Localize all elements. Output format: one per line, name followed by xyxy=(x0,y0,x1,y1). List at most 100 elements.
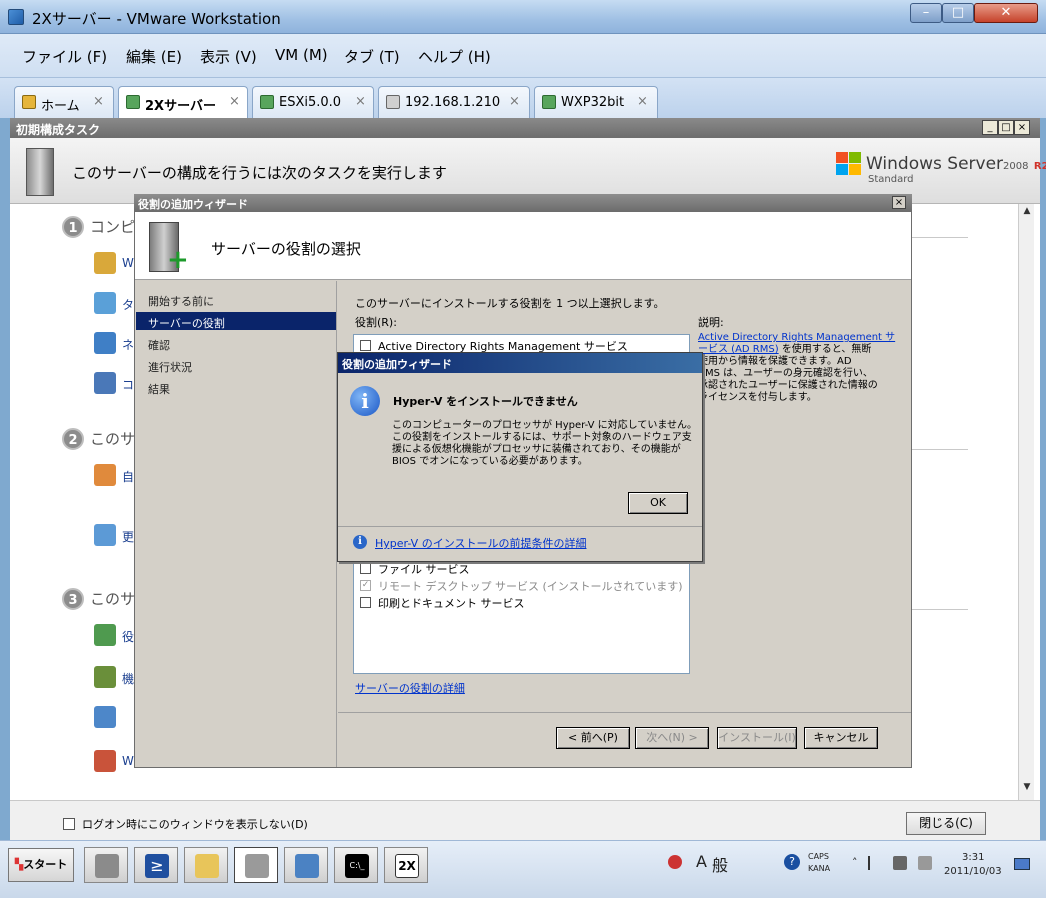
windows-flag-icon: ▚ xyxy=(14,858,24,871)
tab-192-168-1-210[interactable]: 192.168.1.210 × xyxy=(378,86,530,118)
menu-tab[interactable]: タブ (T) xyxy=(344,46,400,67)
wizard-heading: サーバーの役割の選択 xyxy=(211,240,361,258)
control-panel-icon xyxy=(295,854,319,878)
dont-show-checkbox[interactable] xyxy=(63,818,75,830)
vm-icon xyxy=(542,95,556,109)
taskbar-control-panel[interactable] xyxy=(284,847,328,883)
volume-muted-icon[interactable] xyxy=(918,856,932,870)
taskbar-explorer[interactable] xyxy=(184,847,228,883)
task-link[interactable]: コ xyxy=(122,376,134,393)
nav-server-roles[interactable]: サーバーの役割 xyxy=(148,315,225,331)
show-hidden-icons[interactable]: ˄ xyxy=(852,856,858,869)
taskbar-cmd[interactable]: C:\_ xyxy=(334,847,378,883)
task-link[interactable]: ネ xyxy=(122,336,134,353)
ict-header-text: このサーバーの構成を行うには次のタスクを実行します xyxy=(72,164,447,182)
clock-date[interactable]: 2011/10/03 xyxy=(944,866,1002,877)
tab-wxp32bit[interactable]: WXP32bit × xyxy=(534,86,658,118)
wizard-instruction: このサーバーにインストールする役割を 1 つ以上選択します。 xyxy=(355,297,665,310)
tab-2x-server[interactable]: 2Xサーバー × xyxy=(118,86,248,119)
tab-close-icon[interactable]: × xyxy=(509,94,520,109)
role-checkbox[interactable] xyxy=(360,597,371,608)
ime-mode[interactable]: A xyxy=(696,852,707,871)
tab-close-icon[interactable]: × xyxy=(355,94,366,109)
scroll-up-icon[interactable]: ▲ xyxy=(1021,206,1033,220)
wizard-close-icon[interactable]: × xyxy=(892,196,906,209)
task-link[interactable]: 自 xyxy=(122,468,134,485)
ict-titlebar: 初期構成タスク _ □ × xyxy=(10,118,1040,138)
caps-indicator: CAPS xyxy=(808,852,829,861)
windows-server-logo: Windows Server2008 R2 Standard xyxy=(836,150,1046,190)
menu-file[interactable]: ファイル (F) xyxy=(22,46,107,67)
ict-scrollbar[interactable]: ▲ ▼ xyxy=(1018,204,1034,800)
prev-button[interactable]: < 前へ(P) xyxy=(556,727,630,749)
close-button[interactable]: ✕ xyxy=(974,3,1038,23)
nav-before-you-begin[interactable]: 開始する前に xyxy=(148,293,214,309)
nav-confirmation[interactable]: 確認 xyxy=(148,337,170,353)
ime-icon[interactable] xyxy=(668,855,682,869)
2x-icon: 2X xyxy=(395,854,419,878)
firewall-icon xyxy=(94,750,116,772)
tab-home[interactable]: ホーム × xyxy=(14,86,114,118)
task-link[interactable]: 更 xyxy=(122,528,134,545)
taskbar-2x[interactable]: 2X xyxy=(384,847,428,883)
clock-time[interactable]: 3:31 xyxy=(962,852,984,863)
next-button[interactable]: 次へ(N) > xyxy=(635,727,709,749)
users-icon xyxy=(94,464,116,486)
task-link[interactable]: タ xyxy=(122,296,134,313)
minimize-button[interactable]: – xyxy=(910,3,942,23)
ime-conversion[interactable]: 般 xyxy=(712,852,728,876)
hyperv-prereq-link[interactable]: Hyper-V のインストールの前提条件の詳細 xyxy=(375,535,586,551)
wizard-titlebar: 役割の追加ウィザード × xyxy=(134,194,912,212)
install-button[interactable]: インストール(I) xyxy=(717,727,797,749)
section-number: 3 xyxy=(62,588,84,610)
network-icon[interactable] xyxy=(893,856,907,870)
description-label: 説明: xyxy=(698,316,724,329)
ok-button[interactable]: OK xyxy=(628,492,688,514)
vmware-menubar: ファイル (F) 編集 (E) 表示 (V) VM (M) タブ (T) ヘルプ… xyxy=(0,34,1046,78)
ict-close-button[interactable]: × xyxy=(1014,120,1030,135)
section-number: 1 xyxy=(62,216,84,238)
ict-close-button-footer[interactable]: 閉じる(C) xyxy=(906,812,986,835)
ict-restore-button[interactable]: □ xyxy=(998,120,1014,135)
scroll-down-icon[interactable]: ▼ xyxy=(1021,782,1033,796)
task-link[interactable]: 機 xyxy=(122,670,134,687)
role-checkbox[interactable] xyxy=(360,563,371,574)
key-icon xyxy=(94,252,116,274)
role-checkbox[interactable] xyxy=(360,340,371,351)
maximize-button[interactable]: □ xyxy=(942,3,974,23)
show-desktop-icon[interactable] xyxy=(1014,858,1030,870)
dialog-title: 役割の追加ウィザード xyxy=(342,358,452,371)
taskbar-server-manager[interactable] xyxy=(84,847,128,883)
taskbar-powershell[interactable]: ≥ xyxy=(134,847,178,883)
menu-view[interactable]: 表示 (V) xyxy=(200,46,257,67)
task-link[interactable]: W xyxy=(122,256,134,270)
nav-results[interactable]: 結果 xyxy=(148,381,170,397)
cmd-icon: C:\_ xyxy=(345,854,369,878)
dialog-heading: Hyper-V をインストールできません xyxy=(393,395,578,408)
info-icon: i xyxy=(353,535,367,549)
description-text: Active Directory Rights Management サービス … xyxy=(698,332,896,403)
tab-close-icon[interactable]: × xyxy=(93,94,104,109)
tab-close-icon[interactable]: × xyxy=(637,94,648,109)
roles-details-link[interactable]: サーバーの役割の詳細 xyxy=(355,680,465,696)
ict-minimize-button[interactable]: _ xyxy=(982,120,998,135)
task-link[interactable]: 役 xyxy=(122,628,134,645)
home-icon xyxy=(22,95,36,109)
taskbar-initial-config[interactable] xyxy=(234,847,278,883)
roles-label: 役割(R): xyxy=(355,316,397,329)
nav-progress[interactable]: 進行状況 xyxy=(148,359,192,375)
initial-config-icon xyxy=(245,854,269,878)
start-button[interactable]: ▚スタート xyxy=(8,848,74,882)
wizard-nav: 開始する前に サーバーの役割 確認 進行状況 結果 xyxy=(135,281,337,767)
task-link[interactable]: W xyxy=(122,754,134,768)
tab-close-icon[interactable]: × xyxy=(229,94,240,109)
menu-edit[interactable]: 編集 (E) xyxy=(126,46,182,67)
menu-help[interactable]: ヘルプ (H) xyxy=(418,46,491,67)
wizard-header: + サーバーの役割の選択 xyxy=(135,212,911,280)
action-center-flag-icon[interactable] xyxy=(868,856,882,870)
tab-esxi[interactable]: ESXi5.0.0 × xyxy=(252,86,374,118)
menu-vm[interactable]: VM (M) xyxy=(275,46,328,64)
section-title: コンピ xyxy=(90,218,136,236)
help-icon[interactable]: ? xyxy=(784,854,800,870)
cancel-button[interactable]: キャンセル xyxy=(804,727,878,749)
